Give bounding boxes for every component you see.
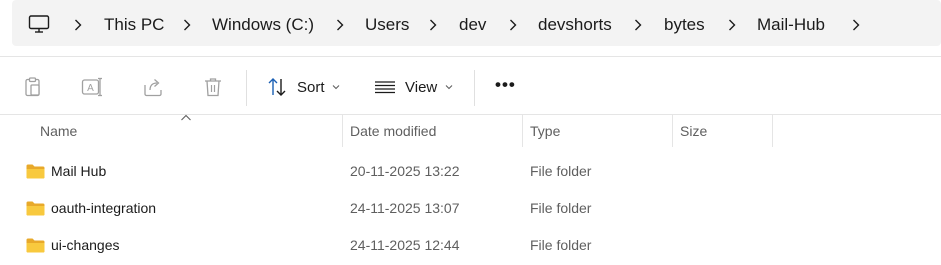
breadcrumb-this-pc[interactable]: This PC xyxy=(104,15,164,35)
computer-monitor-icon[interactable] xyxy=(28,15,50,33)
svg-text:A: A xyxy=(87,83,94,94)
more-options-button[interactable]: ••• xyxy=(495,76,516,94)
chevron-right-icon[interactable] xyxy=(336,19,344,31)
breadcrumb-dev[interactable]: dev xyxy=(459,15,486,35)
file-type: File folder xyxy=(530,200,592,216)
share-icon[interactable] xyxy=(142,76,164,98)
column-divider[interactable] xyxy=(672,115,673,147)
file-name: Mail Hub xyxy=(51,163,107,179)
chevron-right-icon[interactable] xyxy=(74,19,82,31)
file-name: oauth-integration xyxy=(51,200,157,216)
chevron-right-icon[interactable] xyxy=(429,19,437,31)
breadcrumb-windows-c[interactable]: Windows (C:) xyxy=(212,15,314,35)
list-view-icon xyxy=(375,81,395,94)
date-modified: 24-11-2025 12:44 xyxy=(350,237,460,253)
view-label: View xyxy=(405,79,438,96)
chevron-down-icon xyxy=(332,85,340,90)
folder-icon xyxy=(26,238,45,253)
date-modified: 20-11-2025 13:22 xyxy=(350,163,460,179)
toolbar-divider xyxy=(246,70,247,106)
table-row[interactable]: ui-changes 24-11-2025 12:44 File folder xyxy=(0,228,941,264)
chevron-down-icon xyxy=(445,85,453,90)
sort-ascending-icon xyxy=(181,114,191,121)
chevron-right-icon[interactable] xyxy=(183,19,191,31)
address-bar[interactable]: This PC Windows (C:) Users dev devshorts… xyxy=(12,0,941,46)
file-name: ui-changes xyxy=(51,237,120,253)
column-divider[interactable] xyxy=(342,115,343,147)
sort-arrows-icon xyxy=(268,78,286,96)
file-type: File folder xyxy=(530,237,592,253)
folder-icon xyxy=(26,164,45,179)
file-type: File folder xyxy=(530,163,592,179)
breadcrumb-users[interactable]: Users xyxy=(365,15,409,35)
folder-icon xyxy=(26,201,45,216)
chevron-right-icon[interactable] xyxy=(728,19,736,31)
table-row[interactable]: Mail Hub 20-11-2025 13:22 File folder xyxy=(0,154,941,190)
breadcrumb-devshorts[interactable]: devshorts xyxy=(538,15,612,35)
chevron-right-icon[interactable] xyxy=(852,19,860,31)
chevron-right-icon[interactable] xyxy=(509,19,517,31)
column-header-name[interactable]: Name xyxy=(40,123,77,140)
column-divider[interactable] xyxy=(772,115,773,147)
divider xyxy=(0,56,941,57)
date-modified: 24-11-2025 13:07 xyxy=(350,200,460,216)
chevron-right-icon[interactable] xyxy=(634,19,642,31)
table-row[interactable]: oauth-integration 24-11-2025 13:07 File … xyxy=(0,191,941,227)
divider xyxy=(0,114,941,115)
toolbar-divider xyxy=(474,70,475,106)
column-divider[interactable] xyxy=(522,115,523,147)
sort-label: Sort xyxy=(297,79,325,96)
breadcrumb-mail-hub[interactable]: Mail-Hub xyxy=(757,15,825,35)
breadcrumb-bytes[interactable]: bytes xyxy=(664,15,705,35)
column-header-type[interactable]: Type xyxy=(530,123,560,140)
delete-icon[interactable] xyxy=(202,76,224,98)
rename-icon[interactable]: A xyxy=(81,76,103,98)
paste-icon[interactable] xyxy=(22,76,44,98)
column-header-date-modified[interactable]: Date modified xyxy=(350,123,436,140)
column-header-size[interactable]: Size xyxy=(680,123,707,140)
